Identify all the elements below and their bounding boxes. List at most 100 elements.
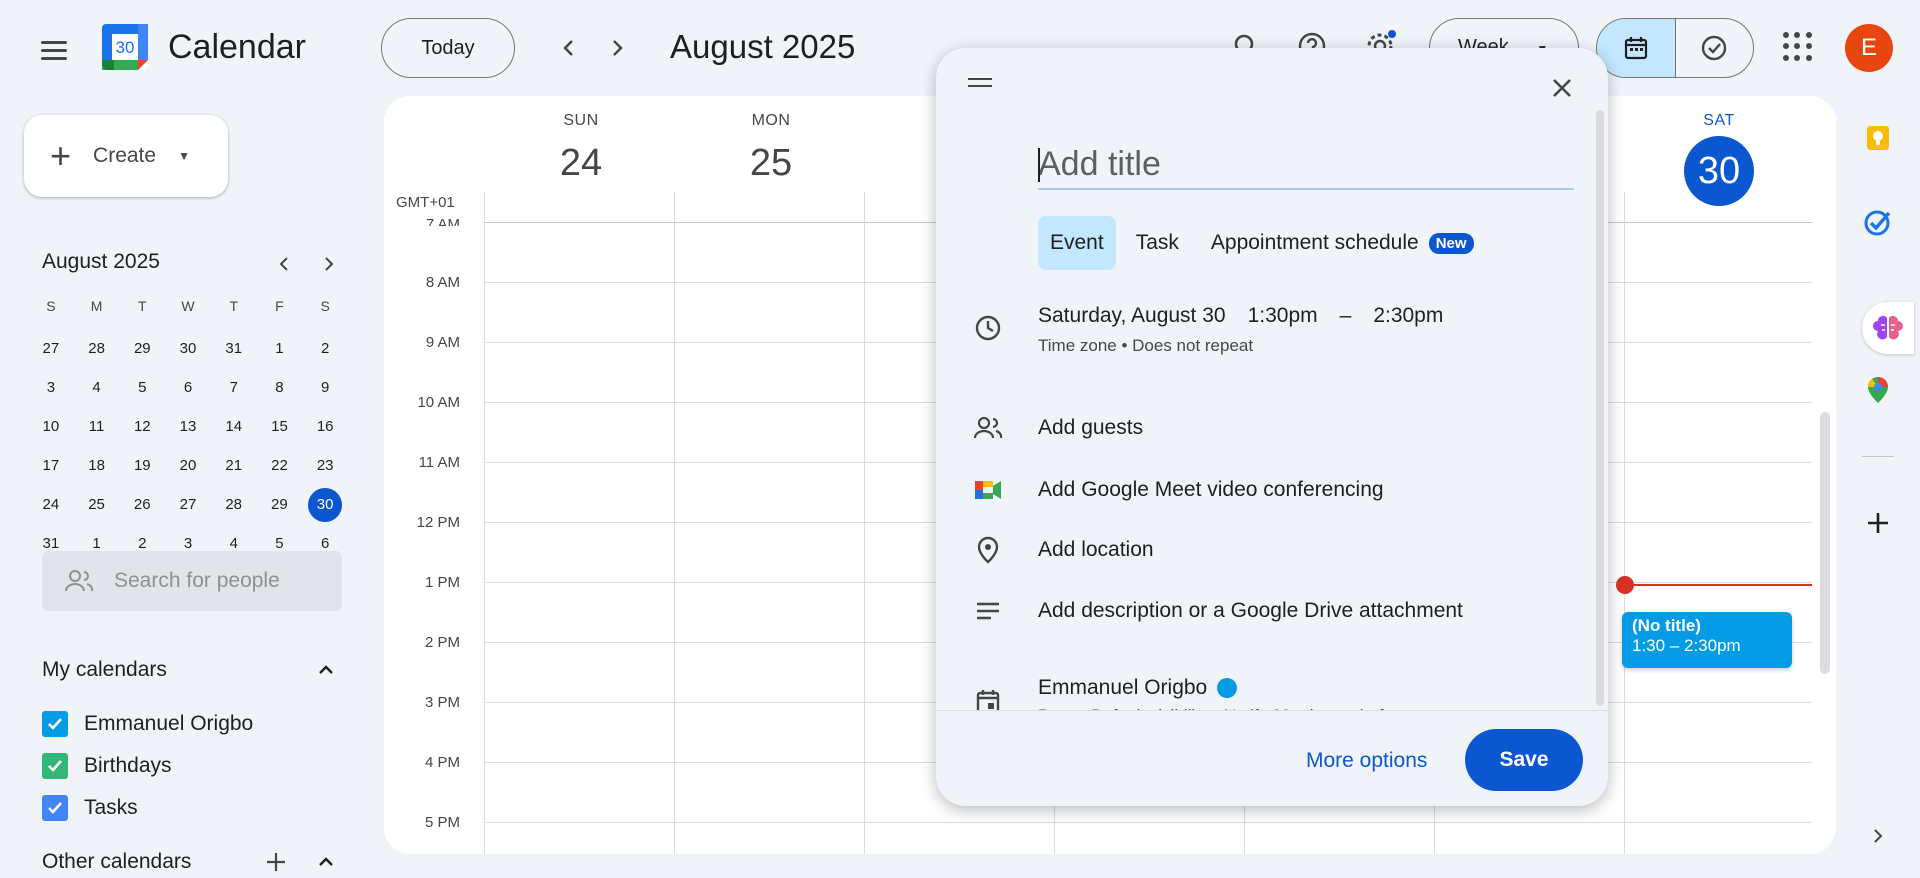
collapse-my-calendars-button[interactable] (312, 656, 340, 684)
more-options-button[interactable]: More options (1292, 733, 1441, 789)
create-button[interactable]: + Create ▼ (24, 115, 228, 197)
mini-day[interactable]: 7 (211, 379, 257, 396)
checkbox-checked-icon[interactable] (42, 795, 68, 821)
keep-button[interactable] (1860, 120, 1896, 156)
mini-next-month-button[interactable] (315, 250, 343, 278)
close-dialog-button[interactable] (1544, 70, 1580, 106)
draft-event-block[interactable]: (No title) 1:30 – 2:30pm (1622, 612, 1792, 668)
event-start-time[interactable]: 1:30pm (1248, 304, 1318, 327)
previous-week-button[interactable] (553, 32, 585, 64)
time-zone-repeat[interactable]: Time zone • Does not repeat (1038, 336, 1253, 356)
grid-scrollbar[interactable] (1820, 412, 1830, 674)
mini-day[interactable]: 2 (119, 535, 165, 552)
mini-day[interactable]: 5 (257, 535, 303, 552)
next-week-button[interactable] (601, 32, 633, 64)
text-cursor (1038, 148, 1040, 182)
calendar-color-dot[interactable] (1217, 678, 1238, 699)
mini-day[interactable]: 6 (165, 379, 211, 396)
mini-day[interactable]: 19 (119, 457, 165, 474)
mini-day[interactable]: 18 (74, 457, 120, 474)
mini-day[interactable]: 2 (302, 340, 348, 357)
weekday-head: T (229, 297, 239, 314)
mini-day[interactable]: 25 (74, 496, 120, 513)
mini-day[interactable]: 3 (165, 535, 211, 552)
tab-event[interactable]: Event (1038, 216, 1116, 270)
mini-day[interactable]: 31 (28, 535, 74, 552)
mini-day[interactable]: 8 (257, 379, 303, 396)
calendar-item-tasks[interactable]: Tasks (42, 795, 138, 821)
people-search-placeholder: Search for people (114, 569, 280, 592)
mini-day[interactable]: 21 (211, 457, 257, 474)
checkbox-checked-icon[interactable] (42, 711, 68, 737)
mini-day[interactable]: 13 (165, 418, 211, 435)
day-header-sun[interactable]: SUN 24 (486, 112, 676, 185)
calendar-item-emmanuel-origbo[interactable]: Emmanuel Origbo (42, 711, 253, 737)
mini-week-row: 17 18 19 20 21 22 23 (28, 446, 348, 485)
mini-day[interactable]: 12 (119, 418, 165, 435)
mini-day[interactable]: 26 (119, 496, 165, 513)
mini-day[interactable]: 1 (257, 340, 303, 357)
calendar-view-button[interactable] (1597, 19, 1676, 77)
save-button[interactable]: Save (1465, 729, 1583, 791)
calendar-item-birthdays[interactable]: Birthdays (42, 753, 172, 779)
mini-day[interactable]: 15 (257, 418, 303, 435)
mini-day[interactable]: 30 (165, 340, 211, 357)
people-search-input[interactable]: Search for people (42, 551, 342, 611)
event-date[interactable]: Saturday, August 30 (1038, 304, 1226, 327)
time-label: 10 AM (417, 394, 460, 411)
tab-task[interactable]: Task (1124, 216, 1191, 270)
mini-day[interactable]: 5 (119, 379, 165, 396)
mini-day[interactable]: 4 (74, 379, 120, 396)
mini-day[interactable]: 3 (28, 379, 74, 396)
event-title: (No title) (1632, 616, 1701, 635)
mini-day[interactable]: 24 (28, 496, 74, 513)
mini-day[interactable]: 16 (302, 418, 348, 435)
mini-day[interactable]: 23 (302, 457, 348, 474)
collapse-other-calendars-button[interactable] (312, 848, 340, 876)
event-end-time[interactable]: 2:30pm (1373, 304, 1443, 327)
gemini-brain-button[interactable] (1862, 302, 1914, 354)
mini-day[interactable]: 27 (165, 496, 211, 513)
time-label: 11 AM (418, 454, 460, 471)
get-add-ons-button[interactable] (1860, 505, 1896, 541)
day-header-sat[interactable]: SAT 30 (1624, 112, 1814, 206)
mini-day[interactable]: 4 (211, 535, 257, 552)
mini-day[interactable]: 27 (28, 340, 74, 357)
add-meet-label: Add Google Meet video conferencing (1038, 478, 1384, 501)
today-button[interactable]: Today (381, 18, 515, 78)
mini-day[interactable]: 11 (74, 418, 120, 435)
tasks-button[interactable] (1860, 204, 1896, 240)
mini-day[interactable]: 29 (119, 340, 165, 357)
mini-day[interactable]: 9 (302, 379, 348, 396)
mini-day[interactable]: 28 (211, 496, 257, 513)
mini-day[interactable]: 10 (28, 418, 74, 435)
mini-day[interactable]: 6 (302, 535, 348, 552)
mini-day-selected[interactable]: 30 (308, 487, 342, 522)
dialog-scrollbar[interactable] (1596, 110, 1604, 706)
account-avatar[interactable]: E (1845, 24, 1893, 72)
mini-day[interactable]: 20 (165, 457, 211, 474)
checkbox-checked-icon[interactable] (42, 753, 68, 779)
calendar-item-label: Birthdays (84, 754, 172, 777)
time-label: 5 PM (424, 814, 460, 831)
maps-button[interactable] (1860, 372, 1896, 408)
tab-appointment-schedule[interactable]: Appointment schedule New (1199, 216, 1486, 270)
plus-icon (267, 853, 285, 871)
mini-day[interactable]: 1 (74, 535, 120, 552)
mini-day[interactable]: 22 (257, 457, 303, 474)
main-menu-button[interactable] (34, 30, 74, 70)
event-title-input[interactable] (1038, 140, 1574, 190)
google-apps-icon[interactable] (1783, 32, 1813, 62)
add-location-label: Add location (1038, 538, 1154, 561)
tasks-view-button[interactable] (1676, 19, 1754, 77)
mini-previous-month-button[interactable] (270, 250, 298, 278)
add-other-calendar-button[interactable] (262, 848, 290, 876)
mini-day[interactable]: 31 (211, 340, 257, 357)
drag-handle-icon[interactable] (968, 78, 992, 87)
mini-day[interactable]: 14 (211, 418, 257, 435)
mini-day[interactable]: 28 (74, 340, 120, 357)
mini-day[interactable]: 17 (28, 457, 74, 474)
mini-day[interactable]: 29 (257, 496, 303, 513)
day-header-mon[interactable]: MON 25 (676, 112, 866, 185)
show-side-panel-button[interactable] (1860, 818, 1896, 854)
